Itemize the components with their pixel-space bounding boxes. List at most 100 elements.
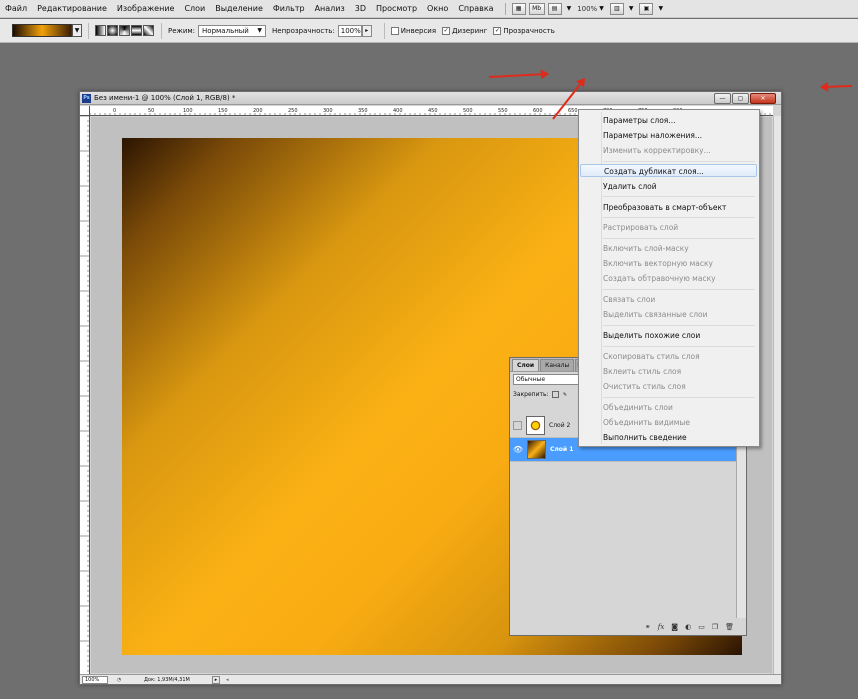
radial-gradient-icon[interactable] [107, 25, 118, 36]
zoom-field[interactable]: 100% [82, 675, 108, 684]
vertical-scrollbar[interactable] [773, 116, 781, 674]
tab-layers[interactable]: Слои [512, 359, 540, 371]
screen-mode-dropdown[interactable]: ▣ ▼ [639, 2, 664, 15]
transparency-checkbox[interactable]: ✓ [493, 26, 502, 35]
menu-separator [603, 346, 755, 347]
layer-context-menu: Параметры слоя... Параметры наложения...… [578, 109, 760, 447]
menu-item-copy-layer-style[interactable]: Скопировать стиль слоя [579, 350, 759, 363]
menu-item-select-linked-layers[interactable]: Выделить связанные слои [579, 308, 759, 321]
scroll-left-icon[interactable]: ◂ [226, 677, 229, 683]
eye-icon[interactable]: 👁 [512, 444, 524, 456]
menu-item-enable-layer-mask[interactable]: Включить слой-маску [579, 242, 759, 255]
ruler-label: 100 [183, 108, 193, 114]
menu-help[interactable]: Справка [453, 0, 498, 18]
screen-mode-icon: ▣ [639, 2, 654, 15]
lock-transparency-icon[interactable] [551, 391, 559, 398]
zoom-dropdown[interactable]: 100% ▼ [577, 5, 604, 13]
menu-analysis[interactable]: Анализ [310, 0, 350, 18]
dither-option[interactable]: ✓ Дизеринг [442, 26, 487, 35]
menu-item-rasterize-layer[interactable]: Растрировать слой [579, 221, 759, 234]
ruler-label: 400 [393, 108, 403, 114]
menu-item-edit-adjustment[interactable]: Изменить корректировку... [579, 144, 759, 157]
mode-select[interactable]: Нормальный ▼ [198, 24, 267, 37]
arrange-documents-dropdown[interactable]: ▥ ▼ [609, 2, 633, 15]
blend-mode-value: Обычные [516, 376, 546, 383]
ruler-label: 500 [463, 108, 473, 114]
menu-item-merge-visible[interactable]: Объединить видимые [579, 416, 759, 429]
extras-icon: ▤ [547, 2, 562, 15]
menu-item-link-layers[interactable]: Связать слои [579, 293, 759, 306]
options-bar: ▼ Режим: Нормальный ▼ Непрозрачность: 100… [0, 19, 858, 43]
menu-item-enable-vector-mask[interactable]: Включить векторную маску [579, 257, 759, 270]
menu-item-create-clipping-mask[interactable]: Создать обтравочную маску [579, 272, 759, 285]
blend-mode-select[interactable]: Обычные [513, 374, 581, 385]
reverse-label: Инверсия [400, 26, 437, 35]
close-button[interactable]: ✕ [750, 93, 776, 104]
layers-scrollbar[interactable] [736, 445, 746, 618]
menu-item-blending-options[interactable]: Параметры наложения... [579, 129, 759, 142]
opacity-slider-button[interactable]: ▸ [361, 24, 372, 37]
photoshop-icon: Ps [82, 93, 91, 103]
gradient-preview[interactable] [12, 24, 72, 37]
fx-icon[interactable]: fx [658, 623, 665, 631]
reverse-option[interactable]: Инверсия [390, 26, 437, 35]
menu-item-paste-layer-style[interactable]: Вклеить стиль слоя [579, 365, 759, 378]
reverse-checkbox[interactable] [390, 26, 399, 35]
menu-edit[interactable]: Редактирование [32, 0, 112, 18]
reflected-gradient-icon[interactable] [131, 25, 142, 36]
ruler-label: 550 [498, 108, 508, 114]
maximize-button[interactable]: ▢ [732, 93, 749, 104]
menu-item-clear-layer-style[interactable]: Очистить стиль слоя [579, 380, 759, 393]
menu-item-merge-layers[interactable]: Объединить слои [579, 401, 759, 414]
bridge-icon[interactable]: ▦ [511, 2, 526, 15]
menu-view[interactable]: Просмотр [371, 0, 422, 18]
status-menu-button[interactable]: ▸ [212, 675, 220, 684]
opacity-label: Непрозрачность: [272, 26, 335, 35]
chevron-down-icon: ▼ [658, 5, 664, 12]
menu-item-delete-layer[interactable]: Удалить слой [579, 180, 759, 193]
window-controls: — ▢ ✕ [714, 93, 776, 104]
dither-checkbox[interactable]: ✓ [442, 26, 451, 35]
adjustment-icon[interactable]: ◐ [685, 623, 691, 631]
document-titlebar[interactable]: Ps Без имени-1 @ 100% (Слой 1, RGB/8) * … [80, 92, 781, 105]
diamond-gradient-icon[interactable] [143, 25, 154, 36]
vertical-ruler[interactable] [80, 116, 90, 674]
menu-select[interactable]: Выделение [210, 0, 268, 18]
menu-separator [603, 289, 755, 290]
mini-bridge-button[interactable]: Mb [528, 2, 545, 15]
document-title: Без имени-1 @ 100% (Слой 1, RGB/8) * [94, 94, 236, 102]
link-icon[interactable]: ⚭ [645, 623, 651, 631]
new-layer-icon[interactable]: ❐ [712, 623, 718, 631]
lock-brush-icon[interactable]: ✎ [562, 391, 569, 398]
angle-gradient-icon[interactable] [119, 25, 130, 36]
ruler-corner[interactable] [80, 106, 90, 116]
menu-item-convert-smart-object[interactable]: Преобразовать в смарт-объект [579, 201, 759, 214]
menu-3d[interactable]: 3D [350, 0, 371, 18]
gradient-picker-button[interactable]: ▼ [72, 24, 82, 37]
chevron-down-icon: ▼ [599, 5, 604, 12]
menu-filter[interactable]: Фильтр [268, 0, 310, 18]
transparency-option[interactable]: ✓ Прозрачность [493, 26, 555, 35]
menu-separator [603, 238, 755, 239]
view-extras-dropdown[interactable]: ▤ ▼ [547, 2, 571, 15]
menu-separator [603, 217, 755, 218]
menu-item-flatten-image[interactable]: Выполнить сведение [579, 431, 759, 444]
tab-channels[interactable]: Каналы [540, 359, 575, 371]
menu-window[interactable]: Окно [422, 0, 453, 18]
trash-icon[interactable]: 🗑 [725, 623, 734, 631]
arrange-icon: ▥ [609, 2, 624, 15]
layer-thumbnail [526, 416, 545, 435]
menu-item-layer-properties[interactable]: Параметры слоя... [579, 114, 759, 127]
menu-image[interactable]: Изображение [112, 0, 180, 18]
linear-gradient-icon[interactable] [95, 25, 106, 36]
minimize-button[interactable]: — [714, 93, 731, 104]
opacity-input[interactable]: 100% [337, 24, 362, 37]
menu-item-duplicate-layer[interactable]: Создать дубликат слоя... [580, 164, 757, 177]
visibility-toggle[interactable] [513, 421, 522, 430]
group-icon[interactable]: ▭ [698, 623, 705, 631]
menu-file[interactable]: Файл [0, 0, 32, 18]
mask-icon[interactable]: ◙ [671, 623, 678, 631]
menu-layers[interactable]: Слои [179, 0, 210, 18]
menu-item-select-similar-layers[interactable]: Выделить похожие слои [579, 329, 759, 342]
lock-label: Закрепить: [513, 391, 549, 398]
